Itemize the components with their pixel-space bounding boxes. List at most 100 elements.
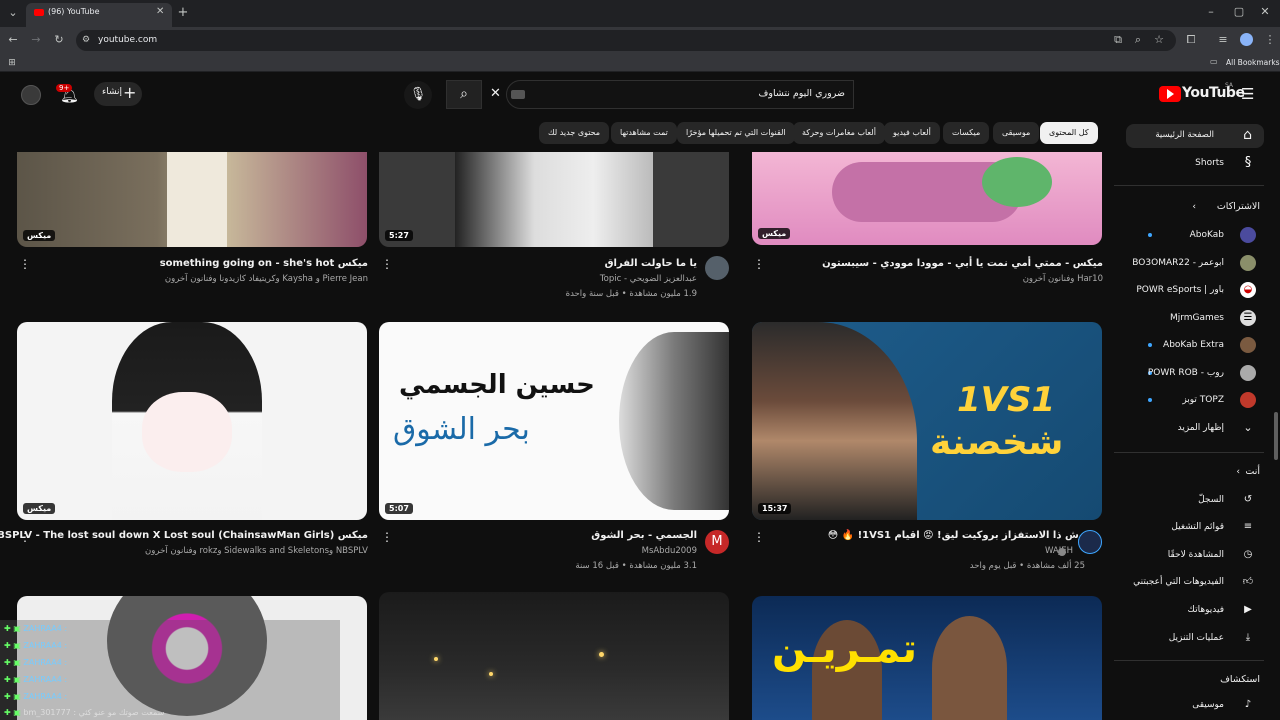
minimize-icon[interactable]: – <box>1204 6 1218 18</box>
chip-music[interactable]: موسيقى <box>993 122 1040 144</box>
sidebar-item-home[interactable]: الصفحة الرئيسية ⌂ <box>1126 124 1264 148</box>
video-options-icon[interactable]: ⋮ <box>381 531 393 543</box>
playlists-label: قوائم التشغيل <box>1171 522 1224 532</box>
clear-search-x-icon[interactable]: ✕ <box>490 86 501 101</box>
chip-mixes[interactable]: ميكسات <box>943 122 990 144</box>
hamburger-menu-icon[interactable]: ☰ <box>1241 85 1254 103</box>
video-channel[interactable]: NBSPLV وSidewalks and Skeletons وrokz وف… <box>145 546 368 556</box>
browser-tab[interactable]: (96) YouTube ✕ <box>26 3 172 27</box>
create-button[interactable]: إنشاء + <box>94 82 142 106</box>
maximize-icon[interactable]: ▢ <box>1232 6 1246 18</box>
verified-icon <box>1058 548 1066 556</box>
site-info-icon[interactable]: ⚙ <box>82 35 90 45</box>
channel-avatar <box>1240 337 1256 353</box>
chat-message: ✚ ▣ bm_301777 : سمعت صوتك مو عنو كثي <box>4 708 165 717</box>
chevron-left-icon: ‹ <box>1192 202 1196 212</box>
account-avatar[interactable] <box>21 85 41 105</box>
video-options-icon[interactable]: ⋮ <box>381 258 393 270</box>
sidebar-item-history[interactable]: السجلّ ↺ <box>1130 490 1280 510</box>
video-thumbnail[interactable]: حسين الجسمي بحر الشوق 5:07 <box>379 322 729 520</box>
home-icon: ⌂ <box>1243 127 1252 143</box>
video-thumbnail[interactable]: 5:27 <box>379 152 729 247</box>
sidebar-you-header[interactable]: أنت ‹ <box>1130 462 1280 482</box>
new-tab-icon[interactable]: + <box>176 6 190 19</box>
forward-icon[interactable]: → <box>29 34 43 46</box>
youtube-logo-icon[interactable] <box>1159 86 1181 102</box>
sidebar-scrollbar[interactable] <box>1274 412 1278 460</box>
all-bookmarks-link[interactable]: All Bookmarks <box>1226 58 1280 67</box>
channel-avatar <box>1240 392 1256 408</box>
tab-title: (96) YouTube <box>48 7 100 16</box>
shorts-icon: § <box>1244 155 1252 170</box>
back-icon[interactable]: ← <box>6 34 20 46</box>
sidebar-sub-abokab-extra[interactable]: AboKab Extra <box>1130 335 1280 355</box>
extensions-icon[interactable]: ⧠ <box>1184 34 1198 46</box>
sidebar-sub-bo3omar[interactable]: ابوعمر - BO3OMAR22 <box>1130 253 1280 273</box>
chip-watched[interactable]: تمت مشاهدتها <box>611 122 677 144</box>
sidebar-subscriptions-header[interactable]: الاشتراكات ‹ <box>1130 197 1280 217</box>
chip-new-to-you[interactable]: محتوى جديد لك <box>539 122 610 144</box>
sidebar-item-watch-later[interactable]: المشاهدة لاحقًا ◷ <box>1130 545 1280 565</box>
sidebar-item-shorts[interactable]: Shorts § <box>1130 153 1280 173</box>
video-thumbnail[interactable] <box>379 592 729 720</box>
video-options-icon[interactable]: ⋮ <box>19 258 31 270</box>
video-title[interactable]: ميكس - ممتي أمي نمت يا أبي - موودا موودي… <box>822 258 1103 269</box>
video-channel[interactable]: Har10 وفنانون آخرون <box>1023 274 1103 284</box>
chip-recently-uploaded[interactable]: القنوات التي تم تحميلها مؤخرًا <box>677 122 795 144</box>
chip-all[interactable]: كل المحتوى <box>1040 122 1098 144</box>
play-triangle-icon <box>1167 89 1174 99</box>
sidebar-sub-powr-rob[interactable]: روب - POWR ROB <box>1130 363 1280 383</box>
sidebar-sub-abokab[interactable]: AboKab <box>1130 225 1280 245</box>
zoom-icon[interactable]: ⌕ <box>1131 34 1145 46</box>
video-channel[interactable]: MsAbdu2009 <box>642 546 697 556</box>
reload-icon[interactable]: ↻ <box>52 34 66 46</box>
video-title[interactable]: يا ما حاولت الفراق <box>605 258 697 269</box>
video-thumbnail[interactable]: 1VS1 شخصنة 15:37 <box>752 322 1102 520</box>
media-icon[interactable]: ≡ <box>1216 34 1230 46</box>
video-title[interactable]: الجسمي - بحر الشوق <box>591 530 697 541</box>
browser-menu-icon[interactable]: ⋮ <box>1263 34 1277 46</box>
sidebar-item-playlists[interactable]: قوائم التشغيل ≡ <box>1130 517 1280 537</box>
close-window-icon[interactable]: ✕ <box>1258 6 1272 18</box>
search-button[interactable]: ⌕ <box>446 80 482 109</box>
close-tab-icon[interactable]: ✕ <box>156 6 164 17</box>
thumb-text-1vs1: 1VS1 <box>957 380 1056 420</box>
video-title[interactable]: ميكس NBSPLV - The lost soul down X Lost … <box>0 530 368 541</box>
chip-video-games[interactable]: ألعاب فيديو <box>884 122 940 144</box>
sub-label: AboKab <box>1189 230 1224 240</box>
channel-avatar[interactable] <box>1078 530 1102 554</box>
screen-share-icon[interactable]: ⧉ <box>1111 34 1125 46</box>
sidebar-item-your-videos[interactable]: فيديوهاتك ▶ <box>1130 600 1280 620</box>
video-title[interactable]: ميكس something going on - she's hot <box>160 258 368 269</box>
video-thumbnail[interactable]: ميكس <box>17 322 367 520</box>
keyboard-icon[interactable] <box>511 90 525 99</box>
omnibox[interactable]: ⚙ youtube.com <box>76 30 1176 51</box>
video-duration: 5:27 <box>385 230 413 241</box>
sidebar-sub-topz[interactable]: TOPZ توبز <box>1130 390 1280 410</box>
voice-search-mic-icon[interactable]: 🎙︎ <box>404 81 432 109</box>
sidebar-item-music[interactable]: موسيقى ♪ <box>1130 695 1280 715</box>
video-thumbnail[interactable]: ميكس <box>17 152 367 247</box>
video-options-icon[interactable]: ⋮ <box>753 258 765 270</box>
channel-avatar[interactable]: M <box>705 530 729 554</box>
profile-avatar[interactable] <box>1240 33 1253 46</box>
sidebar-show-more[interactable]: إظهار المزيد ⌄ <box>1130 418 1280 438</box>
chip-action-adventure[interactable]: ألعاب مغامرات وحركة <box>793 122 885 144</box>
sidebar-item-downloads[interactable]: عمليات التنزيل ⤓ <box>1130 628 1280 648</box>
show-more-label: إظهار المزيد <box>1177 423 1224 433</box>
bookmark-star-icon[interactable]: ☆ <box>1152 34 1166 46</box>
sidebar-sub-mjrmgames[interactable]: MjrmGames ☰ <box>1130 308 1280 328</box>
search-input[interactable]: ضروري اليوم نتشاوف <box>506 80 854 109</box>
sidebar-sub-powr-esports[interactable]: باور | POWR eSports ◒ <box>1130 280 1280 300</box>
mix-badge: ميكس <box>23 503 56 514</box>
video-title[interactable]: وش ذا الاستفزاز بروكيت ليق! 😡 اقيام 1VS1… <box>828 530 1085 541</box>
apps-grid-icon[interactable]: ⊞ <box>5 57 19 69</box>
tab-list-icon[interactable]: ⌄ <box>6 7 20 19</box>
video-options-icon[interactable]: ⋮ <box>753 531 765 543</box>
video-thumbnail[interactable]: تمـريـن <box>752 596 1102 720</box>
video-channel[interactable]: Pierre Jean و Kaysha وكريتيفاد كازيدونا … <box>165 274 368 284</box>
channel-avatar[interactable] <box>705 256 729 280</box>
video-channel[interactable]: عبدالعزيز الضويحي - Topic <box>600 274 697 284</box>
sidebar-item-liked[interactable]: الفيديوهات التي أعجبتني 👍︎ <box>1130 572 1280 592</box>
video-thumbnail[interactable]: ميكس <box>752 152 1102 245</box>
